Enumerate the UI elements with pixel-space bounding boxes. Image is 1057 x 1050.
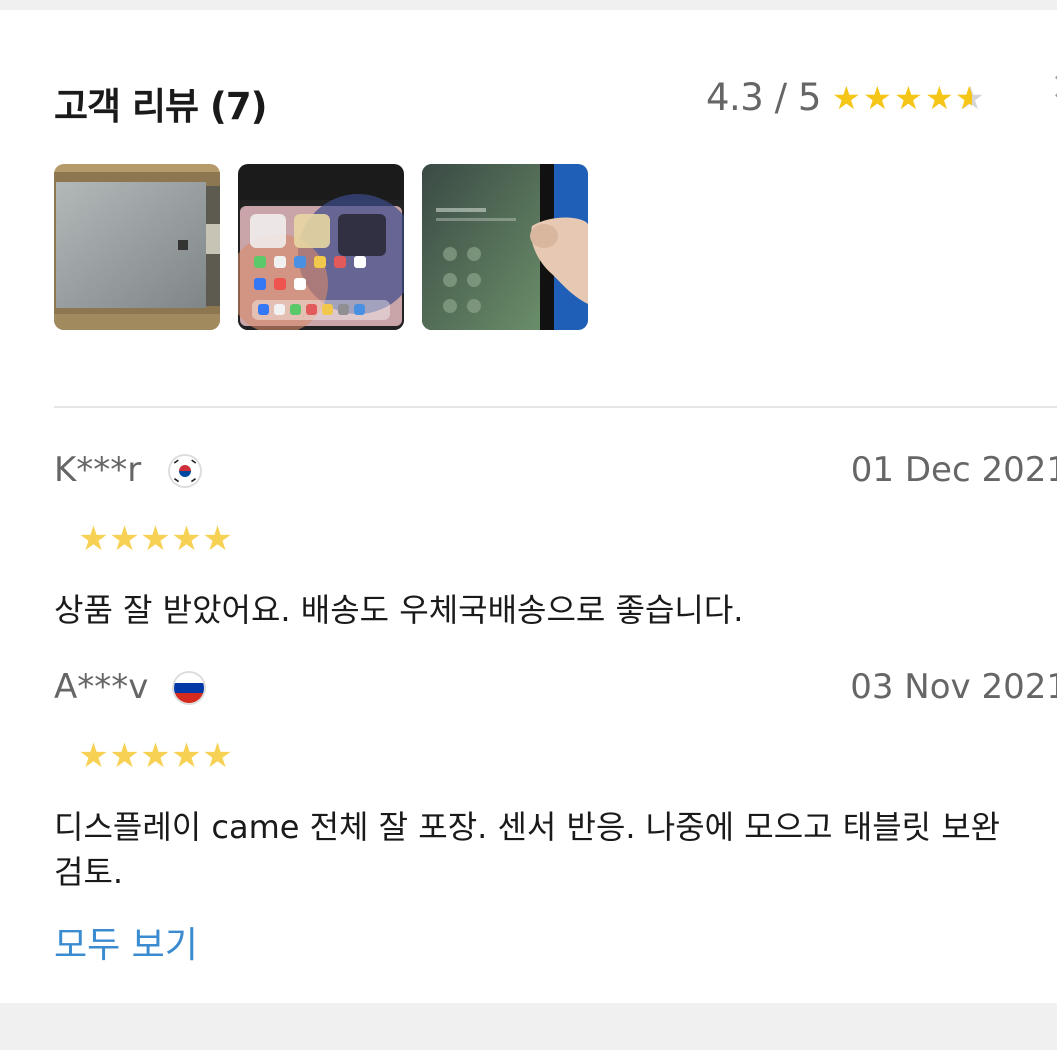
overall-rating: 4.3 / 5 ★ ★ ★ ★ ★ [706, 76, 986, 119]
review-author: A***v [54, 667, 149, 707]
review-photo-ipad-passcode[interactable] [422, 164, 588, 330]
star-icon: ★ [78, 736, 109, 776]
star-icon: ★ [109, 519, 140, 559]
reviews-card: 고객 리뷰 (7) 4.3 / 5 ★ ★ ★ ★ ★ ✕ [0, 10, 1057, 1003]
star-icon: ★ [78, 519, 109, 559]
review-photo-lcd-back[interactable] [54, 164, 220, 330]
star-icon: ★ [109, 736, 140, 776]
star-icon: ★ [202, 519, 233, 559]
review-meta: A***v 03 Nov 2021 [54, 667, 1057, 711]
review-photos [54, 164, 588, 330]
russia-flag-icon [174, 673, 204, 703]
star-icon: ★ [863, 78, 892, 117]
star-icon: ★ [832, 78, 861, 117]
south-korea-flag-icon [170, 456, 200, 486]
star-icon: ★ [171, 736, 202, 776]
rating-text: 4.3 / 5 [706, 76, 821, 119]
review-date: 01 Dec 2021 [850, 450, 1057, 490]
review-date: 03 Nov 2021 [850, 667, 1057, 707]
star-icon: ★ [140, 736, 171, 776]
divider [54, 406, 1057, 408]
review-stars: ★ ★ ★ ★ ★ [78, 522, 233, 556]
reviews-title: 고객 리뷰 (7) [54, 85, 267, 128]
star-icon: ★ [171, 519, 202, 559]
review-stars: ★ ★ ★ ★ ★ [78, 739, 233, 773]
view-all-link[interactable]: 모두 보기 [54, 916, 198, 968]
star-icon: ★ [140, 519, 171, 559]
review-item: K***r 01 Dec 2021 ★ ★ ★ ★ ★ 상품 잘 받았어요. 배… [54, 450, 1057, 629]
review-text: 상품 잘 받았어요. 배송도 우체국배송으로 좋습니다. [54, 591, 744, 629]
star-icon: ★ [925, 78, 954, 117]
reviews-header: 고객 리뷰 (7) 4.3 / 5 ★ ★ ★ ★ ★ ✕ [54, 68, 1057, 132]
star-icon: ★ [894, 78, 923, 117]
half-star-icon: ★ [955, 82, 986, 114]
rating-stars: ★ ★ ★ ★ ★ [831, 82, 986, 114]
review-text: 디스플레이 came 전체 잘 포장. 센서 반응. 나중에 모으고 태블릿 보… [54, 808, 1001, 891]
review-item: A***v 03 Nov 2021 ★ ★ ★ ★ ★ 디스플레이 came 전… [54, 667, 1057, 891]
review-meta: K***r 01 Dec 2021 [54, 450, 1057, 494]
review-photo-ipad-homescreen[interactable] [238, 164, 404, 330]
star-icon: ★ [202, 736, 233, 776]
review-author: K***r [54, 450, 142, 490]
close-icon[interactable]: ✕ [1050, 68, 1057, 108]
